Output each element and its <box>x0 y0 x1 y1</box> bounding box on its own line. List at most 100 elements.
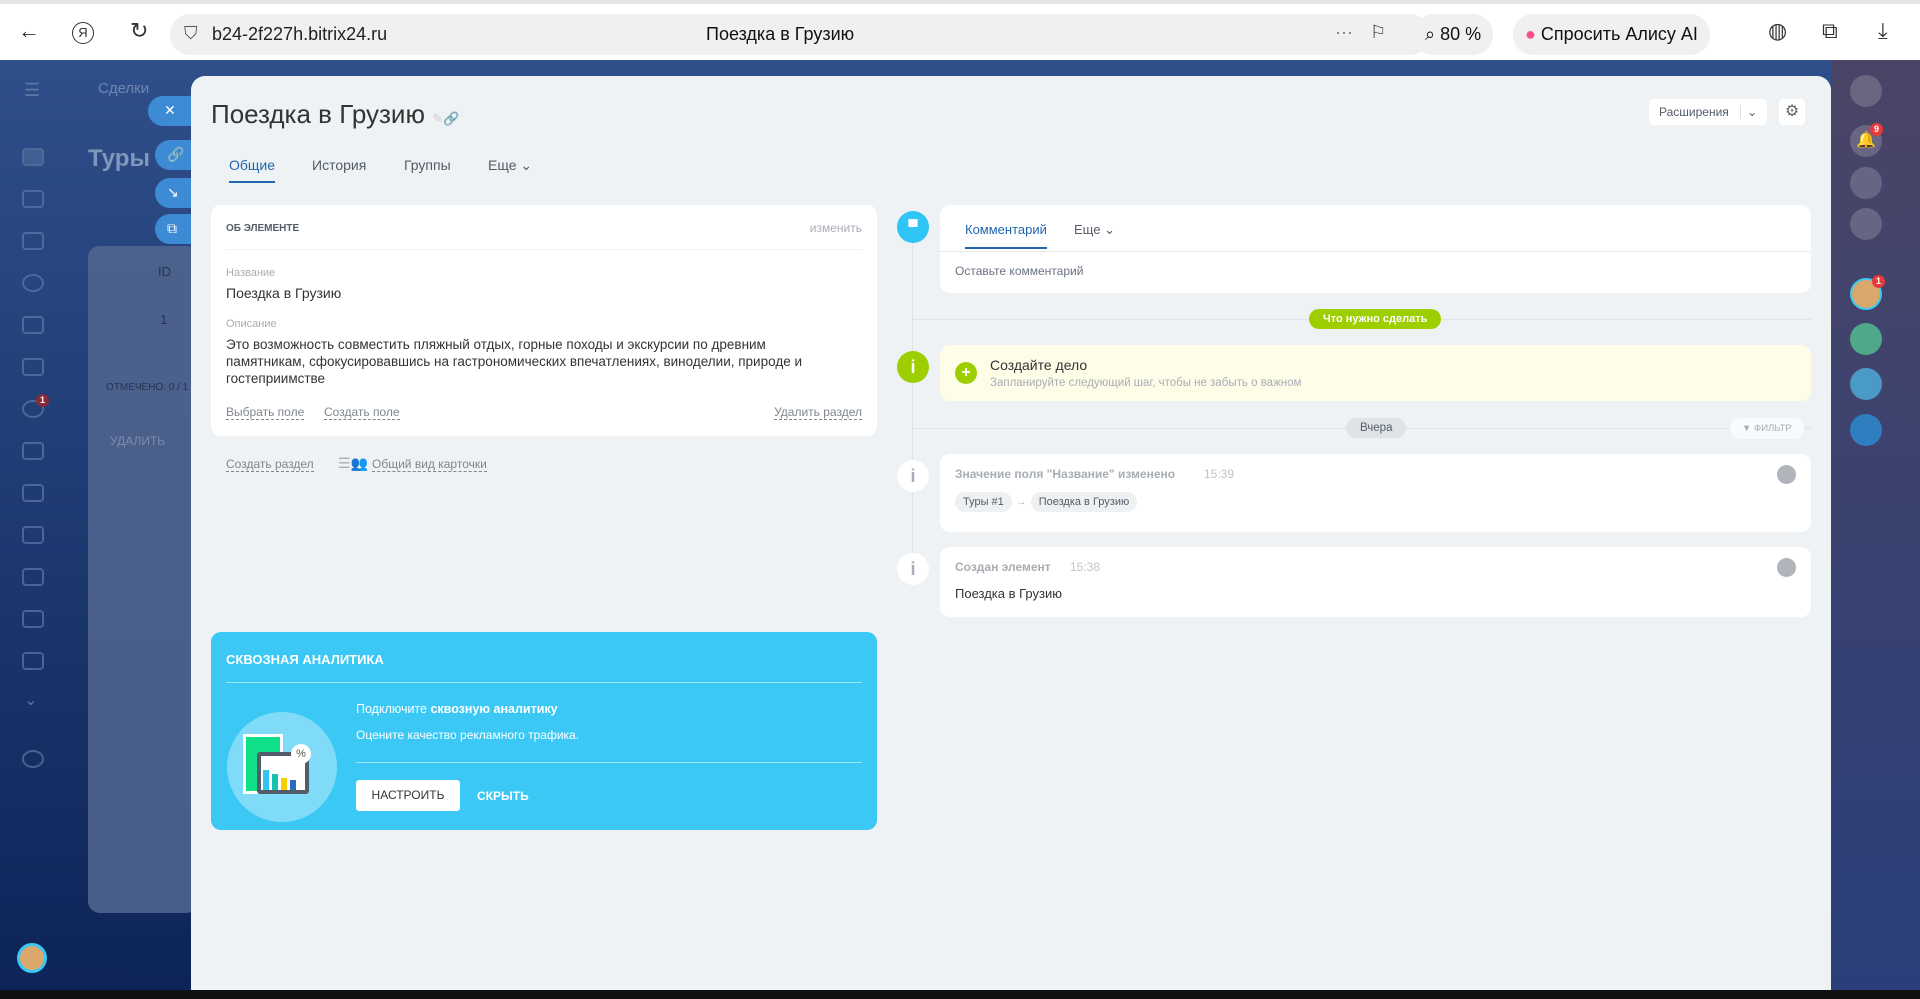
banner-line1: Подключите сквозную аналитику <box>356 702 558 716</box>
tab-deals[interactable]: Сделки <box>98 80 149 97</box>
cart-icon[interactable] <box>22 316 44 334</box>
date-separator: Вчера <box>1346 418 1407 438</box>
reload-icon[interactable]: ↻ <box>130 18 148 44</box>
address-bar[interactable]: ⛉ b24-2f227h.bitrix24.ru Поездка в Грузи… <box>170 14 1430 55</box>
about-section: ОБ ЭЛЕМЕНТЕ изменить Название Поездка в … <box>211 205 877 436</box>
setup-button[interactable]: НАСТРОИТЬ <box>356 780 460 811</box>
notification-badge: 9 <box>1870 123 1883 136</box>
more-label: Еще <box>1074 222 1101 237</box>
event-body: Поездка в Грузию <box>955 586 1062 601</box>
analytics-illustration: % <box>227 712 337 822</box>
back-icon[interactable]: ← <box>18 18 40 44</box>
create-task-card[interactable]: + Создайте дело Запланируйте следующий ш… <box>940 345 1811 401</box>
extensions-label: Расширения <box>1659 105 1729 119</box>
box-icon[interactable] <box>22 568 44 586</box>
copilot-icon[interactable] <box>1850 167 1882 199</box>
profile-icon[interactable] <box>1850 75 1882 107</box>
document-icon[interactable] <box>22 610 44 628</box>
user-avatar-icon[interactable] <box>1777 465 1796 484</box>
zoom-icon: ⌕ <box>1425 24 1436 44</box>
hide-button[interactable]: СКРЫТЬ <box>477 789 529 803</box>
store-icon[interactable] <box>22 232 44 250</box>
create-section-link[interactable]: Создать раздел <box>226 457 314 472</box>
settings-gear-icon[interactable]: ⚙ <box>1779 99 1805 125</box>
more-icon[interactable]: ··· <box>1335 22 1353 43</box>
alice-icon: ● <box>1525 24 1536 44</box>
delete-action[interactable]: УДАЛИТЬ <box>110 434 165 448</box>
minimize-button[interactable]: ↘ <box>155 178 193 208</box>
chat-badge: 1 <box>1872 275 1885 288</box>
alice-button[interactable]: ● Спросить Алису AI <box>1513 14 1710 55</box>
open-new-window-button[interactable]: ⧉ <box>155 214 193 244</box>
section-header: ОБ ЭЛЕМЕНТЕ <box>226 223 300 234</box>
event-title: Значение поля "Название" изменено <box>955 467 1176 481</box>
filter-button[interactable]: ▼ ФИЛЬТР <box>1730 418 1804 439</box>
line1-plain: Подключите <box>356 702 431 716</box>
browser-toolbar: ← Я ↻ ⛉ b24-2f227h.bitrix24.ru Поездка в… <box>0 0 1920 60</box>
tab-more[interactable]: Еще ⌄ <box>1074 222 1115 238</box>
analytics-icon[interactable] <box>22 442 44 460</box>
name-label: Название <box>226 267 276 279</box>
messages-icon[interactable] <box>1850 368 1882 400</box>
page-title-text: Поездка в Грузию <box>706 24 855 44</box>
list-grid: ID 1 ОТМЕЧЕНО: 0 / 1 УДАЛИТЬ <box>88 246 198 913</box>
bookmark-icon[interactable] <box>1850 414 1882 446</box>
zoom-level: 80 % <box>1440 24 1482 44</box>
edit-title-icon[interactable]: ✎ <box>432 111 443 126</box>
history-event: Создан элемент 15:38 Поездка в Грузию <box>940 547 1811 617</box>
user-avatar-icon[interactable] <box>1777 558 1796 577</box>
common-view-link[interactable]: Общий вид карточки <box>372 457 487 472</box>
left-menu: ☰ 1 ⌄ <box>0 60 66 990</box>
chat-transfer-icon[interactable] <box>1850 208 1882 240</box>
line1-bold: сквозную аналитику <box>430 702 558 716</box>
col-id: ID <box>158 264 171 279</box>
planet-icon[interactable]: ◍ <box>1768 18 1787 44</box>
tab-history[interactable]: История <box>312 157 366 173</box>
create-task-title[interactable]: Создайте дело <box>990 357 1087 373</box>
copy-link-button[interactable]: 🔗 <box>155 140 193 170</box>
sign-icon[interactable] <box>22 652 44 670</box>
event-time: 15:39 <box>1204 467 1235 481</box>
tab-groups[interactable]: Группы <box>404 157 451 173</box>
nav-badge: 1 <box>36 394 49 407</box>
select-field-link[interactable]: Выбрать поле <box>226 405 305 420</box>
info-green-icon: i <box>897 351 929 383</box>
tab-general[interactable]: Общие <box>229 157 276 183</box>
create-field-link[interactable]: Создать поле <box>324 405 400 420</box>
description-value[interactable]: Это возможность совместить пляжный отдых… <box>226 336 846 387</box>
yandex-icon[interactable]: Я <box>72 22 94 44</box>
name-value[interactable]: Поездка в Грузию <box>226 285 341 301</box>
tab-more[interactable]: Еще ⌄ <box>488 157 532 174</box>
robot-icon[interactable] <box>22 526 44 544</box>
menu-icon[interactable]: ☰ <box>24 80 40 101</box>
right-bar <box>1831 60 1920 990</box>
tab-comment[interactable]: Комментарий <box>965 222 1047 249</box>
link-icon[interactable]: 🔗 <box>443 111 459 126</box>
settings-icon[interactable] <box>22 750 44 768</box>
history-event: Значение поля "Название" изменено 15:39 … <box>940 454 1811 532</box>
chevron-down-icon[interactable]: ⌄ <box>24 690 37 710</box>
extensions-icon[interactable]: ⧉ <box>1822 18 1838 44</box>
news-icon[interactable] <box>1850 323 1882 355</box>
plus-icon[interactable]: + <box>955 362 977 384</box>
funnel-icon[interactable] <box>22 148 44 166</box>
delete-section-link[interactable]: Удалить раздел <box>774 405 862 420</box>
change-chips: Туры #1 → Поездка в Грузию <box>955 492 1138 512</box>
contacts-icon[interactable] <box>22 484 44 502</box>
selected-count: ОТМЕЧЕНО: 0 / 1 <box>106 382 189 393</box>
taskbar <box>0 990 1920 999</box>
target-icon[interactable] <box>22 274 44 292</box>
row-id: 1 <box>160 312 168 327</box>
zoom-button[interactable]: ⌕ 80 % <box>1413 14 1494 55</box>
download-icon[interactable]: ⤓ <box>1878 18 1888 44</box>
extensions-dropdown[interactable]: Расширения ⌄ <box>1649 99 1768 125</box>
close-button[interactable]: ✕ <box>148 96 193 126</box>
tasks-icon[interactable] <box>22 358 44 376</box>
bookmark-icon[interactable]: ⚐ <box>1370 22 1386 43</box>
calendar-icon[interactable] <box>22 190 44 208</box>
old-value: Туры #1 <box>955 492 1012 512</box>
comment-input[interactable]: Оставьте комментарий <box>955 264 1083 278</box>
edit-section-link[interactable]: изменить <box>810 221 862 235</box>
avatar[interactable] <box>17 943 47 973</box>
todo-pill: Что нужно сделать <box>1309 309 1442 329</box>
